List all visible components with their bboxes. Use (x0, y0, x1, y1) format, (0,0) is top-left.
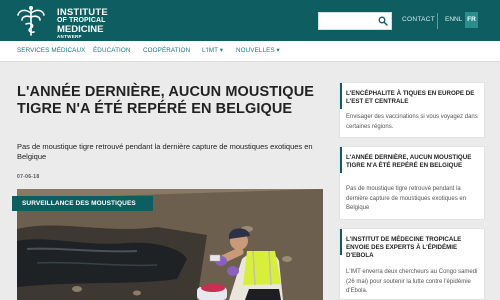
category-tag[interactable]: SURVEILLANCE DES MOUSTIQUES (12, 196, 153, 211)
sidebar-card-2[interactable]: L'ANNÉE DERNIÈRE, AUCUN MOUSTIQUE TIGRE … (339, 146, 485, 220)
contact-link[interactable]: CONTACT (402, 16, 435, 23)
nav-item-cooperation[interactable]: COOPÉRATION (143, 47, 190, 54)
search-box (318, 12, 392, 33)
top-bar: INSTITUTE OF TROPICAL MEDICINE ANTWERP C… (0, 0, 500, 41)
search-icon[interactable] (378, 16, 388, 26)
card-accent (340, 83, 342, 109)
logo-text: INSTITUTE OF TROPICAL MEDICINE ANTWERP (57, 8, 108, 39)
logo-line-3: MEDICINE (57, 24, 104, 35)
article-date: 07-06-18 (17, 174, 40, 180)
sidebar-card-text: L'IMT enverra deux chercheurs au Congo s… (346, 269, 478, 294)
article-lead: Pas de moustique tigre retrouvé pendant … (17, 142, 313, 161)
sidebar-card-title[interactable]: L'INSTITUT DE MÉDECINE TROPICALE ENVOIE … (346, 236, 482, 260)
main-navigation: SERVICES MÉDICAUX ÉDUCATION COOPÉRATION … (0, 41, 500, 62)
sidebar-card-title[interactable]: L'ENCÉPHALITE À TIQUES EN EUROPE DE L'ES… (346, 90, 482, 106)
card-accent (340, 147, 342, 173)
nav-item-education[interactable]: ÉDUCATION (93, 47, 131, 54)
search-input[interactable] (319, 16, 375, 33)
language-nl-link[interactable]: NL (454, 16, 462, 23)
institute-logo[interactable]: INSTITUTE OF TROPICAL MEDICINE ANTWERP (14, 4, 124, 39)
nav-item-limt[interactable]: L'IMT ▾ (202, 47, 223, 54)
caduceus-logo-icon (17, 6, 45, 36)
nav-item-nouvelles[interactable]: NOUVELLES ▾ (236, 47, 280, 54)
card-accent (340, 229, 342, 255)
article-title: L'ANNÉE DERNIÈRE, AUCUN MOUSTIQUE TIGRE … (17, 84, 315, 117)
logo-line-1: INSTITUTE (57, 7, 108, 18)
nav-item-services-medicaux[interactable]: SERVICES MÉDICAUX (17, 47, 85, 54)
sidebar-card-title[interactable]: L'ANNÉE DERNIÈRE, AUCUN MOUSTIQUE TIGRE … (346, 154, 482, 170)
sidebar-card-text: Envisager des vaccinations si vous voyag… (346, 114, 478, 130)
sidebar-card-3[interactable]: L'INSTITUT DE MÉDECINE TROPICALE ENVOIE … (339, 228, 485, 300)
language-en-link[interactable]: EN (445, 16, 454, 23)
sidebar-card-text: Pas de moustique tigre retrouvé pendant … (346, 186, 467, 211)
sidebar-card-1[interactable]: L'ENCÉPHALITE À TIQUES EN EUROPE DE L'ES… (339, 82, 485, 138)
language-fr-active[interactable]: FR (465, 12, 478, 28)
header-divider (437, 13, 438, 29)
